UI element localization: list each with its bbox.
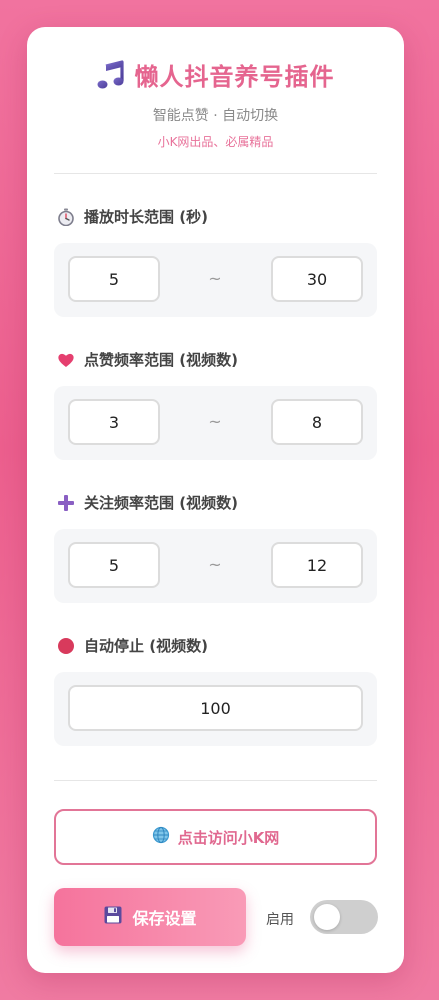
like-frequency-max-input[interactable]: [271, 399, 363, 445]
floppy-disk-icon: [103, 905, 123, 929]
heart-icon: [57, 351, 75, 369]
play-duration-min-input[interactable]: [68, 256, 160, 302]
auto-stop-box: [54, 672, 377, 746]
stopwatch-icon: [57, 208, 75, 226]
auto-stop-label: 自动停止 (视频数): [57, 635, 208, 656]
globe-icon: [152, 826, 170, 848]
play-duration-max-input[interactable]: [271, 256, 363, 302]
auto-stop-text: 自动停止 (视频数): [84, 637, 208, 655]
play-duration-text: 播放时长范围 (秒): [84, 208, 208, 226]
range-separator: ~: [208, 269, 222, 288]
save-settings-button[interactable]: 保存设置: [54, 888, 246, 946]
follow-frequency-label: 关注频率范围 (视频数): [57, 492, 238, 513]
subtitle: 智能点赞 · 自动切换: [152, 108, 279, 124]
enable-toggle[interactable]: [310, 900, 378, 934]
header: 懒人抖音养号插件 智能点赞 · 自动切换 小K网出品、必属精品: [27, 27, 404, 177]
like-frequency-min-input[interactable]: [68, 399, 160, 445]
divider-bottom: [54, 780, 377, 781]
toggle-knob: [314, 904, 340, 930]
enable-label: 启用: [266, 912, 294, 928]
tagline: 小K网出品、必属精品: [157, 135, 274, 149]
play-duration-label: 播放时长范围 (秒): [57, 206, 208, 227]
music-note-icon: [97, 59, 125, 90]
like-frequency-range: ~: [54, 386, 377, 460]
auto-stop-input[interactable]: [68, 685, 363, 731]
follow-frequency-min-input[interactable]: [68, 542, 160, 588]
visit-site-label: 点击访问小K网: [177, 828, 280, 847]
follow-frequency-text: 关注频率范围 (视频数): [84, 494, 238, 512]
save-settings-label: 保存设置: [132, 909, 197, 928]
visit-site-button[interactable]: 点击访问小K网: [54, 809, 377, 865]
follow-frequency-max-input[interactable]: [271, 542, 363, 588]
page-title: 懒人抖音养号插件: [134, 63, 335, 91]
follow-frequency-range: ~: [54, 529, 377, 603]
play-duration-range: ~: [54, 243, 377, 317]
title-row: 懒人抖音养号插件: [27, 57, 404, 92]
divider-top: [54, 173, 377, 174]
like-frequency-label: 点赞频率范围 (视频数): [57, 349, 238, 370]
settings-card: 懒人抖音养号插件 智能点赞 · 自动切换 小K网出品、必属精品 播放时长范围 (…: [27, 27, 404, 973]
like-frequency-text: 点赞频率范围 (视频数): [84, 351, 238, 369]
range-separator: ~: [208, 412, 222, 431]
plus-icon: [57, 494, 75, 512]
range-separator: ~: [208, 555, 222, 574]
red-circle-icon: [57, 637, 75, 655]
